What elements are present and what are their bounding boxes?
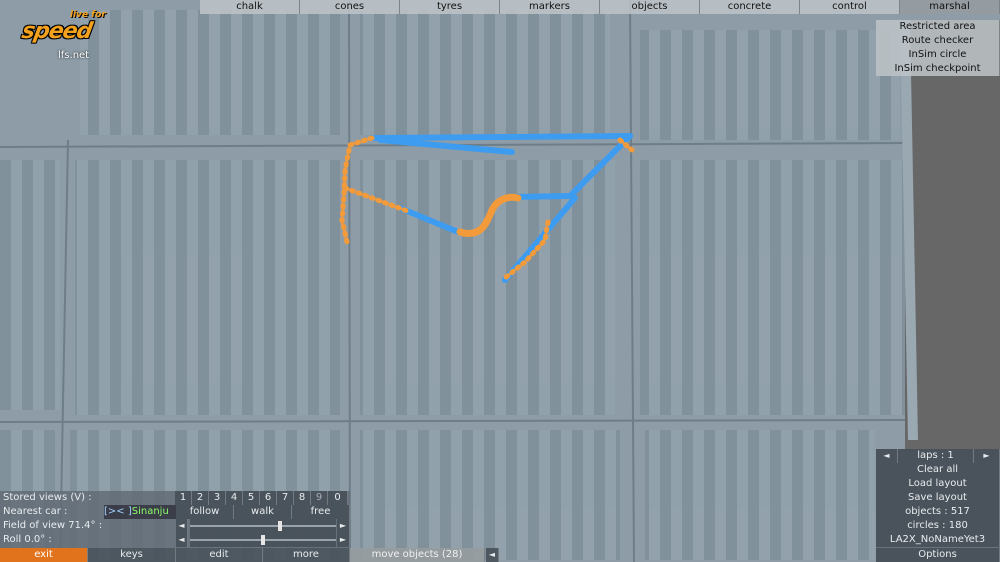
options-button[interactable]: Options xyxy=(876,548,1000,562)
exit-button[interactable]: exit xyxy=(0,548,88,562)
logo-tagline: live for xyxy=(70,10,106,20)
keys-button[interactable]: keys xyxy=(88,548,176,562)
roll-slider[interactable] xyxy=(190,533,336,547)
top-tab-bar: chalk cones tyres markers objects concre… xyxy=(200,0,1000,14)
fov-slider-track xyxy=(190,525,336,527)
view-7-button[interactable]: 7 xyxy=(277,491,294,505)
tab-control[interactable]: control xyxy=(800,0,900,14)
roll-slider-knob[interactable] xyxy=(261,535,265,545)
objects-count: objects : 517 xyxy=(876,505,1000,519)
save-layout-button[interactable]: Save layout xyxy=(876,491,1000,505)
laps-decrease-arrow[interactable]: ◄ xyxy=(876,449,898,463)
view-9-button[interactable]: 9 xyxy=(311,491,328,505)
fov-decrease-arrow[interactable]: ◄ xyxy=(176,519,188,533)
camera-follow-button[interactable]: follow xyxy=(176,505,234,519)
menu-route-checker[interactable]: Route checker xyxy=(876,34,1000,48)
tab-tyres[interactable]: tyres xyxy=(400,0,500,14)
fov-label: Field of view 71.4° : xyxy=(3,520,103,531)
tab-concrete[interactable]: concrete xyxy=(700,0,800,14)
menu-insim-checkpoint[interactable]: InSim checkpoint xyxy=(876,62,1000,76)
stored-view-buttons: 1 2 3 4 5 6 7 8 9 0 xyxy=(175,491,350,505)
tab-chalk[interactable]: chalk xyxy=(200,0,300,14)
view-8-button[interactable]: 8 xyxy=(294,491,311,505)
move-objects-status: move objects (28) xyxy=(350,548,485,562)
logo-site: lfs.net xyxy=(58,50,90,61)
clear-all-button[interactable]: Clear all xyxy=(876,463,1000,477)
laps-counter: laps : 1 xyxy=(898,449,974,463)
menu-insim-circle[interactable]: InSim circle xyxy=(876,48,1000,62)
load-layout-button[interactable]: Load layout xyxy=(876,477,1000,491)
roll-decrease-arrow[interactable]: ◄ xyxy=(176,533,188,547)
nearest-car-label: Nearest car : xyxy=(3,506,68,517)
tab-cones[interactable]: cones xyxy=(300,0,400,14)
lfs-logo: speed live for lfs.net xyxy=(10,6,130,61)
camera-free-button[interactable]: free xyxy=(292,505,350,519)
tab-marshal[interactable]: marshal xyxy=(900,0,1000,14)
collapse-arrow[interactable]: ◄ xyxy=(486,548,499,562)
view-4-button[interactable]: 4 xyxy=(226,491,243,505)
roll-label: Roll 0.0° : xyxy=(3,534,52,545)
ground-blocks xyxy=(0,10,905,560)
view-0-button[interactable]: 0 xyxy=(328,491,348,505)
fov-slider-knob[interactable] xyxy=(278,521,282,531)
view-6-button[interactable]: 6 xyxy=(260,491,277,505)
laps-increase-arrow[interactable]: ► xyxy=(974,449,1000,463)
fov-increase-arrow[interactable]: ► xyxy=(337,519,350,533)
edit-button[interactable]: edit xyxy=(176,548,263,562)
layout-name: LA2X_NoNameYet3 xyxy=(876,533,1000,547)
game-scene[interactable] xyxy=(0,0,1000,562)
fov-slider[interactable] xyxy=(190,519,336,533)
circles-count: circles : 180 xyxy=(876,519,1000,533)
more-button[interactable]: more xyxy=(263,548,350,562)
view-1-button[interactable]: 1 xyxy=(175,491,192,505)
roll-increase-arrow[interactable]: ► xyxy=(337,533,350,547)
view-2-button[interactable]: 2 xyxy=(192,491,209,505)
logo-wordmark: speed xyxy=(19,19,94,44)
camera-walk-button[interactable]: walk xyxy=(234,505,292,519)
tab-objects[interactable]: objects xyxy=(600,0,700,14)
view-3-button[interactable]: 3 xyxy=(209,491,226,505)
menu-restricted-area[interactable]: Restricted area xyxy=(876,20,1000,34)
tab-markers[interactable]: markers xyxy=(500,0,600,14)
view-5-button[interactable]: 5 xyxy=(243,491,260,505)
nearest-car-name: [>< ]Sinanju xyxy=(104,505,176,519)
marshal-menu: Restricted area Route checker InSim circ… xyxy=(876,20,1000,76)
stored-views-label: Stored views (V) : xyxy=(3,492,92,503)
